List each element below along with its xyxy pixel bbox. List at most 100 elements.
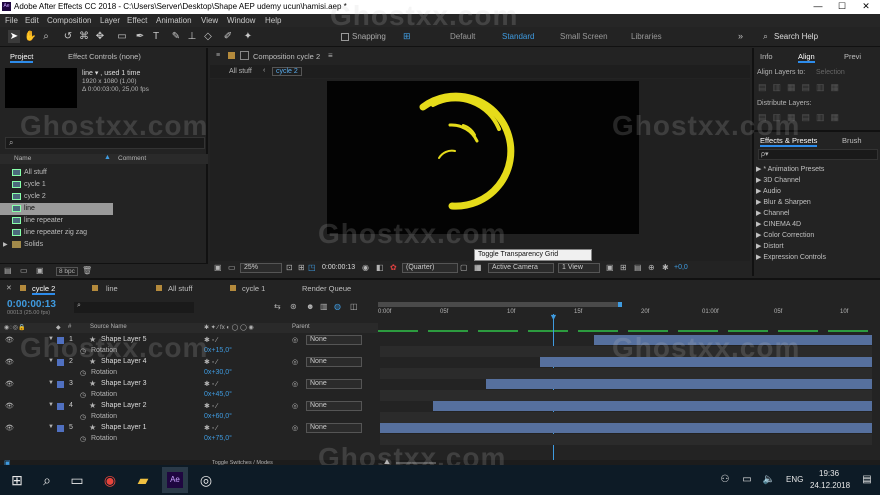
clock-date[interactable]: 24.12.2018 xyxy=(810,481,850,490)
effect-category[interactable]: ▶ Blur & Sharpen xyxy=(756,198,811,206)
rotate-tool-icon[interactable]: ↺ xyxy=(62,30,74,43)
composition-tab[interactable]: Composition cycle 2 xyxy=(253,52,320,61)
channel-icon[interactable]: ✿ xyxy=(390,263,397,272)
timeline-tab-cycle-2[interactable]: cycle 2 xyxy=(32,284,56,295)
workspace-standard[interactable]: Standard xyxy=(502,32,534,41)
eye-icon[interactable]: 👁 xyxy=(5,336,14,344)
menu-help[interactable]: Help xyxy=(265,16,281,25)
rotation-value[interactable]: 0x+75,0° xyxy=(204,435,232,442)
layer-row[interactable]: 👁 ▼ 1 ★ Shape Layer 5 ✱ ◦ ∕ ◎ None xyxy=(0,335,378,346)
camera-dropdown[interactable]: Active Camera xyxy=(488,263,554,273)
always-preview-icon[interactable]: ▣ xyxy=(214,263,222,272)
effect-category[interactable]: ▶ * Animation Presets xyxy=(756,165,824,173)
work-area-end-handle[interactable] xyxy=(618,302,622,307)
search-icon[interactable]: ⌕ xyxy=(38,471,56,489)
safe-zones-icon[interactable]: ⊡ xyxy=(286,263,293,272)
obs-icon[interactable]: ◎ xyxy=(197,471,215,489)
region-of-interest-icon[interactable]: ▢ xyxy=(460,263,468,272)
reset-exposure-icon[interactable]: ✱ xyxy=(662,263,669,272)
expand-arrow-icon[interactable]: ▼ xyxy=(48,336,54,342)
exposure-value[interactable]: +0,0 xyxy=(674,264,688,271)
eraser-tool-icon[interactable]: ◇ xyxy=(202,30,214,43)
snapping-checkbox[interactable] xyxy=(341,33,349,41)
zoom-slider[interactable] xyxy=(396,462,436,464)
close-tab-icon[interactable]: ✕ xyxy=(6,284,12,292)
tab-effect-controls[interactable]: Effect Controls (none) xyxy=(68,52,141,61)
zoom-tool-icon[interactable]: ⌕ xyxy=(40,30,52,43)
task-view-icon[interactable]: ▭ xyxy=(68,471,86,489)
people-icon[interactable]: ⚇ xyxy=(716,471,734,489)
menu-edit[interactable]: Edit xyxy=(25,16,39,25)
workspace-more-icon[interactable]: » xyxy=(738,31,748,42)
pickwhip-icon[interactable]: ◎ xyxy=(292,336,298,344)
label-color-swatch[interactable] xyxy=(57,337,64,344)
layer-switches[interactable]: ✱ ◦ ∕ xyxy=(204,424,217,432)
pen-tool-icon[interactable]: ✒ xyxy=(134,30,146,43)
project-item[interactable]: cycle 2 xyxy=(0,191,208,203)
clock-time[interactable]: 19:36 xyxy=(819,469,839,478)
property-row[interactable]: ◷ Rotation 0x+75,0° xyxy=(0,434,378,445)
pickwhip-icon[interactable]: ◎ xyxy=(292,424,298,432)
workspace-libraries[interactable]: Libraries xyxy=(631,32,662,41)
after-effects-taskbar-item[interactable]: Ae xyxy=(162,467,188,493)
tab-preview[interactable]: Previ xyxy=(844,52,861,61)
layer-name[interactable]: Shape Layer 3 xyxy=(101,380,147,387)
project-item[interactable]: cycle 1 xyxy=(0,179,208,191)
stopwatch-icon[interactable]: ◷ xyxy=(80,413,86,421)
resolution-dropdown[interactable]: (Quarter) xyxy=(402,263,458,273)
effect-category[interactable]: ▶ CINEMA 4D xyxy=(756,220,801,228)
stopwatch-icon[interactable]: ◷ xyxy=(80,435,86,443)
timeline-tab-cycle-1[interactable]: cycle 1 xyxy=(242,284,265,293)
column-comment[interactable]: Comment xyxy=(118,155,146,162)
network-icon[interactable]: ▭ xyxy=(738,471,756,489)
rotation-value[interactable]: 0x+15,0° xyxy=(204,347,232,354)
tab-brush[interactable]: Brush xyxy=(842,136,862,145)
eye-icon[interactable]: 👁 xyxy=(5,358,14,366)
type-tool-icon[interactable]: T xyxy=(150,30,162,43)
effect-category[interactable]: ▶ Channel xyxy=(756,209,789,217)
layer-row[interactable]: 👁 ▼ 2 ★ Shape Layer 4 ✱ ◦ ∕ ◎ None xyxy=(0,357,378,368)
clone-stamp-tool-icon[interactable]: ⊥ xyxy=(186,30,198,43)
panel-menu-icon[interactable]: ≡ xyxy=(216,52,220,59)
search-help-input[interactable]: Search Help xyxy=(774,32,818,41)
align-buttons[interactable]: ▤▥▦▤▥▦ xyxy=(758,82,878,92)
menu-composition[interactable]: Composition xyxy=(47,16,91,25)
layer-bar[interactable] xyxy=(380,423,872,433)
brush-tool-icon[interactable]: ✎ xyxy=(170,30,182,43)
project-item[interactable]: All stuff xyxy=(0,167,208,179)
layer-bar[interactable] xyxy=(486,379,872,389)
mask-visibility-icon[interactable]: ◳ xyxy=(308,263,316,272)
timeline-tab-render-queue[interactable]: Render Queue xyxy=(302,284,351,293)
effect-category[interactable]: ▶ Audio xyxy=(756,187,781,195)
pickwhip-icon[interactable]: ◎ xyxy=(292,380,298,388)
transparency-grid-icon[interactable]: ▦ xyxy=(474,263,482,272)
eye-icon[interactable]: 👁 xyxy=(5,424,14,432)
layer-switches[interactable]: ✱ ◦ ∕ xyxy=(204,380,217,388)
viewer-area[interactable]: Toggle Transparency Grid xyxy=(210,79,750,261)
menu-window[interactable]: Window xyxy=(227,16,255,25)
breadcrumb-cycle-2[interactable]: cycle 2 xyxy=(272,67,302,76)
layer-name[interactable]: Shape Layer 4 xyxy=(101,358,147,365)
layer-row[interactable]: 👁 ▼ 4 ★ Shape Layer 2 ✱ ◦ ∕ ◎ None xyxy=(0,401,378,412)
expand-arrow-icon[interactable]: ▼ xyxy=(48,402,54,408)
label-color-swatch[interactable] xyxy=(57,359,64,366)
rotation-value[interactable]: 0x+60,0° xyxy=(204,413,232,420)
property-row[interactable]: ◷ Rotation 0x+60,0° xyxy=(0,412,378,423)
rotation-value[interactable]: 0x+45,0° xyxy=(204,391,232,398)
minimize-button[interactable]: — xyxy=(808,1,828,11)
panel-options-icon[interactable]: ≡ xyxy=(328,51,333,60)
workspace-default[interactable]: Default xyxy=(450,32,475,41)
trash-icon[interactable]: 🗑 xyxy=(82,266,92,275)
parent-dropdown[interactable]: None xyxy=(306,423,362,433)
selection-tool-icon[interactable]: ➤ xyxy=(8,30,20,43)
comp-mini-flowchart-icon[interactable]: ⇆ xyxy=(274,302,281,311)
expand-arrow-icon[interactable]: ▼ xyxy=(48,424,54,430)
lock-icon[interactable] xyxy=(240,51,249,60)
label-color-swatch[interactable] xyxy=(57,403,64,410)
project-item-selected[interactable]: line xyxy=(0,203,113,215)
volume-icon[interactable]: 🔈 xyxy=(760,471,778,489)
new-folder-icon[interactable]: ▭ xyxy=(20,266,28,275)
snapshot-icon[interactable]: ◉ xyxy=(362,263,369,272)
parent-dropdown[interactable]: None xyxy=(306,335,362,345)
new-composition-icon[interactable]: ▣ xyxy=(36,266,44,275)
